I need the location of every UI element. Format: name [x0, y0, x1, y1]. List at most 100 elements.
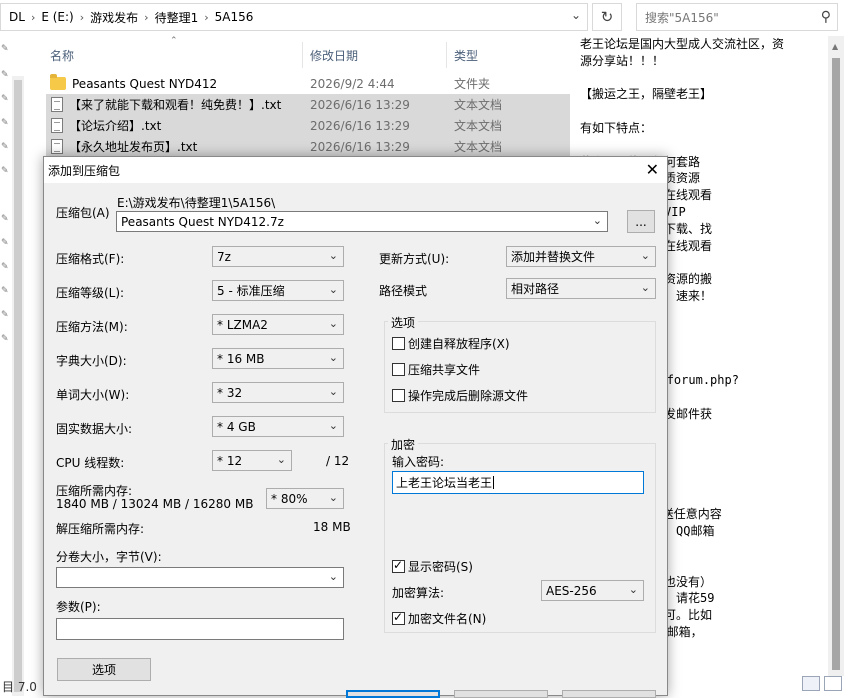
file-list: ⌃ 名称 修改日期 类型 Peasants Quest NYD412 2026/…	[24, 36, 570, 157]
chevron-down-icon[interactable]: ⌄	[571, 8, 581, 22]
file-row[interactable]: 【论坛介绍】.txt 2026/6/16 13:29 文本文档	[46, 115, 570, 136]
cpu-total: / 12	[326, 454, 350, 468]
file-row[interactable]: Peasants Quest NYD412 2026/9/2 4:44 文件夹	[46, 73, 570, 94]
file-type: 文本文档	[454, 98, 503, 112]
chevron-down-icon: ⌄	[328, 317, 338, 330]
folder-icon	[50, 74, 66, 90]
pin-icon: ✎	[1, 94, 9, 104]
file-name: 【来了就能下载和观看！纯免费！】.txt	[69, 98, 282, 112]
chevron-down-icon: ⌄	[328, 570, 338, 583]
checkbox-box[interactable]	[392, 610, 405, 625]
dmem-label: 解压缩所需内存:	[56, 522, 145, 536]
chevron-down-icon: ⌄	[328, 491, 338, 504]
breadcrumb-item[interactable]: 游戏发布	[90, 9, 138, 26]
column-header-name[interactable]: 名称	[50, 42, 74, 68]
password-input[interactable]: 上老王论坛当老王	[392, 471, 644, 494]
file-name: 【永久地址发布页】.txt	[69, 140, 198, 154]
refresh-button[interactable]: ↻	[592, 3, 622, 31]
search-icon[interactable]: ⚲	[821, 9, 831, 25]
cancel-button[interactable]	[454, 690, 548, 698]
column-divider[interactable]	[446, 42, 447, 68]
split-label: 分卷大小，字节(V):	[56, 550, 162, 564]
split-combo[interactable]: ⌄	[56, 567, 344, 588]
chevron-down-icon: ⌄	[328, 419, 338, 432]
breadcrumb-item[interactable]: DL	[9, 10, 25, 24]
path-select[interactable]: 相对路径 ⌄	[506, 278, 656, 299]
cpu-label: CPU 线程数:	[56, 456, 125, 470]
preview-line: 【搬运之王，隔壁老王】	[580, 87, 713, 102]
chevron-right-icon: ›	[144, 10, 149, 24]
show-password-checkbox[interactable]: 显示密码(S)	[392, 558, 473, 575]
address-bar[interactable]: DL › E (E:) › 游戏发布 › 待整理1 › 5A156 ⌄	[0, 3, 588, 31]
refresh-icon: ↻	[600, 8, 614, 26]
word-select[interactable]: * 32 ⌄	[212, 382, 344, 403]
breadcrumb-item[interactable]: 5A156	[215, 10, 254, 24]
checkbox-box[interactable]	[392, 389, 405, 402]
pin-icon: ✎	[1, 118, 9, 128]
cpu-select[interactable]: * 12 ⌄	[212, 450, 292, 471]
format-label: 压缩格式(F):	[56, 252, 125, 266]
chevron-right-icon: ›	[30, 10, 36, 24]
pin-icon: ✎	[1, 334, 9, 344]
method-select[interactable]: * LZMA2 ⌄	[212, 314, 344, 335]
level-select[interactable]: 5 - 标准压缩 ⌄	[212, 280, 344, 301]
ok-button[interactable]	[346, 690, 440, 698]
details-view-icon[interactable]	[802, 676, 820, 691]
dialog-title: 添加到压缩包	[48, 163, 121, 178]
browse-button[interactable]: ...	[627, 210, 655, 233]
archive-name-combo[interactable]: Peasants Quest NYD412.7z ⌄	[116, 211, 608, 232]
search-input[interactable]: 搜索"5A156" ⚲	[636, 3, 838, 31]
scrollbar-thumb[interactable]	[14, 80, 22, 692]
close-icon[interactable]: ✕	[646, 160, 659, 179]
delete-source-checkbox[interactable]: 操作完成后删除源文件	[392, 387, 528, 404]
file-type: 文本文档	[454, 140, 503, 154]
pin-icon: ✎	[1, 286, 9, 296]
format-select[interactable]: 7z ⌄	[212, 246, 344, 267]
sort-up-icon: ⌃	[170, 36, 178, 46]
path-label: 路径模式	[379, 284, 428, 298]
algorithm-select[interactable]: AES-256 ⌄	[541, 580, 644, 601]
scroll-up-icon[interactable]: ▲	[832, 42, 838, 51]
shared-checkbox[interactable]: 压缩共享文件	[392, 361, 480, 378]
scrollbar-thumb[interactable]	[832, 58, 840, 670]
file-row[interactable]: 【来了就能下载和观看！纯免费！】.txt 2026/6/16 13:29 文本文…	[46, 94, 570, 115]
sfx-checkbox[interactable]: 创建自释放程序(X)	[392, 335, 510, 352]
mem-select[interactable]: * 80% ⌄	[266, 488, 344, 509]
update-select[interactable]: 添加并替换文件 ⌄	[506, 246, 656, 267]
encrypt-names-checkbox[interactable]: 加密文件名(N)	[392, 610, 486, 627]
text-file-icon	[51, 139, 63, 154]
chevron-right-icon: ›	[79, 10, 85, 24]
breadcrumb-item[interactable]: E (E:)	[41, 10, 73, 24]
text-cursor	[493, 476, 495, 489]
column-header-type[interactable]: 类型	[454, 42, 478, 68]
options-group-title: 选项	[388, 314, 419, 331]
params-label: 参数(P):	[56, 600, 101, 614]
solid-select[interactable]: * 4 GB ⌄	[212, 416, 344, 437]
options-button[interactable]: 选项	[57, 658, 151, 681]
dict-label: 字典大小(D):	[56, 354, 127, 368]
add-to-archive-dialog: 添加到压缩包 ✕ 压缩包(A) E:\游戏发布\待整理1\5A156\ Peas…	[43, 156, 668, 698]
params-input[interactable]	[56, 618, 344, 640]
tiles-view-icon[interactable]	[824, 676, 842, 691]
file-row[interactable]: 【永久地址发布页】.txt 2026/6/16 13:29 文本文档	[46, 136, 570, 157]
dialog-titlebar: 添加到压缩包 ✕	[44, 157, 667, 183]
dict-select[interactable]: * 16 MB ⌄	[212, 348, 344, 369]
pin-icon: ✎	[1, 262, 9, 272]
chevron-down-icon[interactable]: ⌄	[593, 214, 602, 227]
chevron-right-icon: ›	[204, 10, 209, 24]
preview-scrollbar[interactable]: ▲	[828, 36, 844, 676]
column-header-date[interactable]: 修改日期	[310, 42, 358, 68]
checkbox-box[interactable]	[392, 337, 405, 350]
breadcrumb-item[interactable]: 待整理1	[155, 9, 199, 26]
file-name: 【论坛介绍】.txt	[69, 119, 162, 133]
checkbox-box[interactable]	[392, 558, 405, 573]
nav-scrollbar[interactable]	[12, 76, 24, 696]
algorithm-label: 加密算法:	[392, 586, 445, 600]
column-divider[interactable]	[302, 42, 303, 68]
file-date: 2026/6/16 13:29	[310, 97, 410, 112]
checkbox-box[interactable]	[392, 363, 405, 376]
solid-label: 固实数据大小:	[56, 422, 133, 436]
help-button[interactable]	[562, 690, 656, 698]
level-label: 压缩等级(L):	[56, 286, 125, 300]
chevron-down-icon: ⌄	[276, 453, 286, 466]
